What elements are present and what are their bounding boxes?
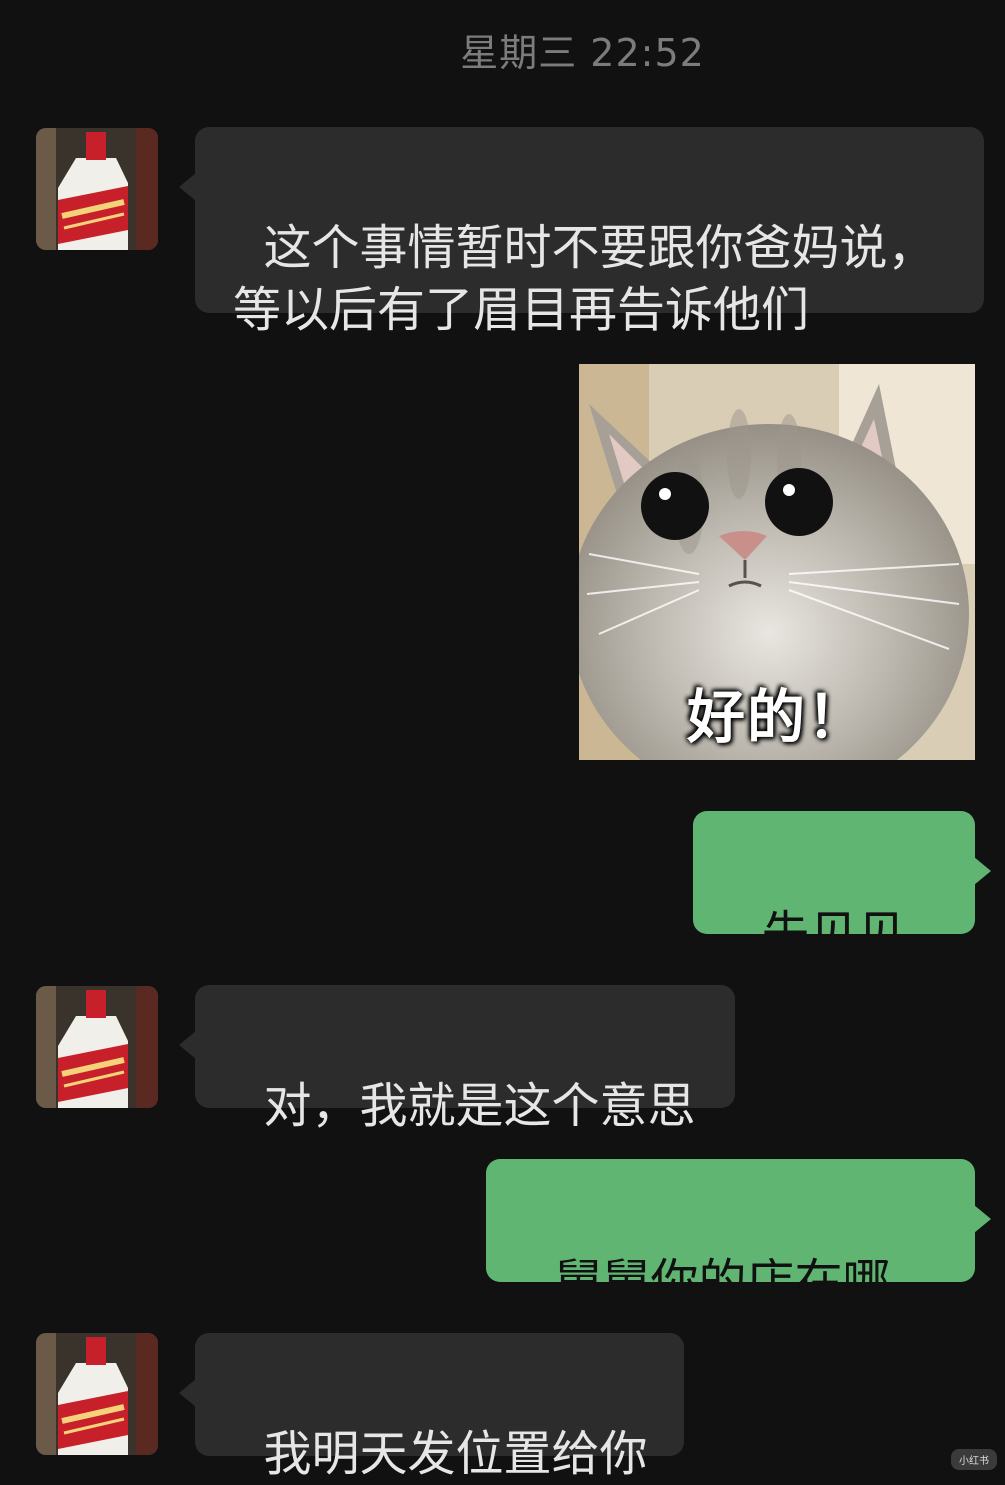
contact-avatar[interactable]	[36, 1333, 158, 1455]
baijiu-bottle-avatar-icon	[36, 1333, 158, 1455]
message-text: 我明天发位置给你	[263, 1426, 648, 1482]
message-text: 对，我就是这个意思	[263, 1078, 696, 1134]
baijiu-bottle-avatar-icon	[36, 128, 158, 250]
message-timestamp: 星期三 22:52	[460, 31, 705, 75]
watermark-logo: 小红书	[951, 1449, 997, 1470]
outgoing-message-bubble[interactable]: 舅舅你的店在哪呀	[486, 1159, 991, 1372]
outgoing-message-bubble[interactable]: 先见见呗	[693, 811, 991, 1024]
baijiu-bottle-avatar-icon	[36, 986, 158, 1108]
contact-avatar[interactable]	[36, 986, 158, 1108]
sticker-caption: 好的！	[686, 683, 867, 751]
incoming-message-bubble[interactable]: 对，我就是这个意思	[179, 985, 735, 1134]
contact-avatar[interactable]	[36, 128, 158, 250]
message-text: 这个事情暂时不要跟你爸妈说， 等以后有了眉目再告诉他们	[233, 220, 936, 338]
message-text: 先见见呗	[731, 906, 906, 1024]
incoming-message-bubble[interactable]: 我明天发位置给你	[179, 1333, 684, 1482]
cat-sticker-image[interactable]: 好的！	[579, 364, 975, 760]
incoming-message-bubble[interactable]: 这个事情暂时不要跟你爸妈说， 等以后有了眉目再告诉他们	[179, 127, 984, 338]
